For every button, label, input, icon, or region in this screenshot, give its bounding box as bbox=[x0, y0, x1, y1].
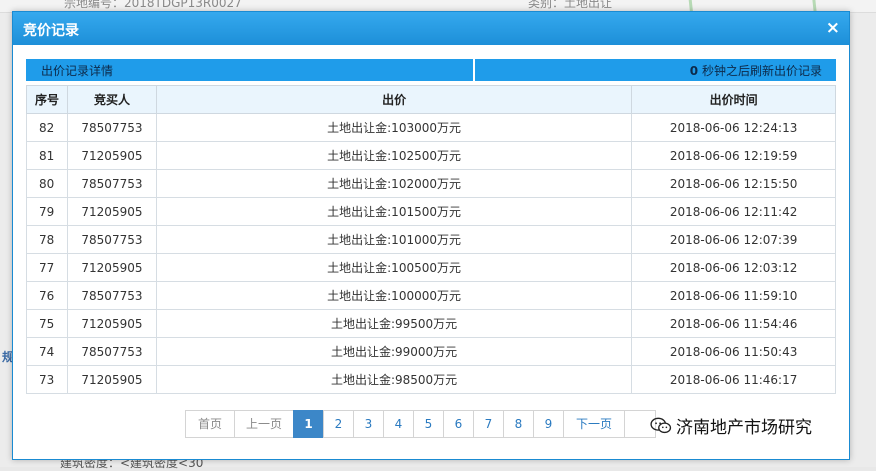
page-button-5[interactable]: 5 bbox=[413, 410, 444, 438]
cell-price: 土地出让金:99500万元 bbox=[155, 309, 633, 338]
table-row: 80 78507753 土地出让金:102000万元 2018-06-06 12:15… bbox=[26, 169, 836, 198]
countdown-text: 秒钟之后刷新出价记录 bbox=[701, 64, 822, 78]
page-button-4[interactable]: 4 bbox=[383, 410, 414, 438]
cell-seq: 73 bbox=[26, 365, 68, 394]
table-row: 73 71205905 土地出让金:98500万元 2018-06-06 11:46:… bbox=[26, 365, 836, 394]
table-row: 82 78507753 土地出让金:103000万元 2018-06-06 12:24… bbox=[26, 113, 836, 142]
cell-price: 土地出让金:101500万元 bbox=[155, 197, 633, 226]
bid-record-table: 序号 竞买人 出价 出价时间 82 78507753 土地出让金:103000万元 2… bbox=[26, 85, 836, 394]
cell-bidder: 71205905 bbox=[66, 253, 157, 282]
cell-bidder: 71205905 bbox=[66, 141, 157, 170]
bid-record-dialog: 竞价记录 × 出价记录详情 0 秒钟之后刷新出价记录 序号 竞买人 出价 出价时… bbox=[12, 11, 850, 460]
page-button-7[interactable]: 7 bbox=[473, 410, 504, 438]
dialog-header: 竞价记录 × bbox=[13, 12, 849, 45]
bid-info-bar: 出价记录详情 0 秒钟之后刷新出价记录 bbox=[26, 59, 836, 81]
cell-seq: 76 bbox=[26, 281, 68, 310]
table-row: 74 78507753 土地出让金:99000万元 2018-06-06 11:50:… bbox=[26, 337, 836, 366]
refresh-countdown: 0 秒钟之后刷新出价记录 bbox=[690, 62, 822, 79]
cell-bidder: 71205905 bbox=[66, 309, 157, 338]
cell-price: 土地出让金:98500万元 bbox=[155, 365, 633, 394]
cell-seq: 74 bbox=[26, 337, 68, 366]
cell-price: 土地出让金:102000万元 bbox=[155, 169, 633, 198]
cell-price: 土地出让金:100000万元 bbox=[155, 281, 633, 310]
cell-seq: 79 bbox=[26, 197, 68, 226]
cell-price: 土地出让金:103000万元 bbox=[155, 113, 633, 142]
info-bar-divider bbox=[473, 59, 475, 81]
header-bidder: 竞买人 bbox=[66, 85, 157, 114]
table-header-row: 序号 竞买人 出价 出价时间 bbox=[26, 85, 836, 114]
table-row: 77 71205905 土地出让金:100500万元 2018-06-06 12:03… bbox=[26, 253, 836, 282]
cell-bidder: 78507753 bbox=[66, 169, 157, 198]
cell-time: 2018-06-06 11:59:10 bbox=[631, 281, 836, 310]
dialog-title: 竞价记录 bbox=[23, 23, 79, 39]
page-button-8[interactable]: 8 bbox=[503, 410, 534, 438]
page-button-1[interactable]: 1 bbox=[293, 410, 324, 438]
cell-bidder: 78507753 bbox=[66, 113, 157, 142]
cell-seq: 80 bbox=[26, 169, 68, 198]
cell-time: 2018-06-06 12:15:50 bbox=[631, 169, 836, 198]
cell-bidder: 71205905 bbox=[66, 365, 157, 394]
cell-seq: 75 bbox=[26, 309, 68, 338]
table-row: 79 71205905 土地出让金:101500万元 2018-06-06 12:11… bbox=[26, 197, 836, 226]
page-button-3[interactable]: 3 bbox=[353, 410, 384, 438]
cell-time: 2018-06-06 12:07:39 bbox=[631, 225, 836, 254]
first-page-button[interactable]: 首页 bbox=[185, 410, 235, 438]
cell-seq: 82 bbox=[26, 113, 68, 142]
prev-page-button[interactable]: 上一页 bbox=[234, 410, 294, 438]
table-row: 78 78507753 土地出让金:101000万元 2018-06-06 12:07… bbox=[26, 225, 836, 254]
header-price: 出价 bbox=[155, 85, 633, 114]
cell-time: 2018-06-06 12:03:12 bbox=[631, 253, 836, 282]
watermark-text: 济南地产市场研究 bbox=[676, 418, 812, 438]
watermark: 济南地产市场研究 bbox=[650, 413, 812, 438]
close-icon[interactable]: × bbox=[826, 18, 840, 38]
table-row: 75 71205905 土地出让金:99500万元 2018-06-06 11:54:… bbox=[26, 309, 836, 338]
cell-seq: 78 bbox=[26, 225, 68, 254]
cell-price: 土地出让金:101000万元 bbox=[155, 225, 633, 254]
cell-time: 2018-06-06 12:19:59 bbox=[631, 141, 836, 170]
bid-detail-label: 出价记录详情 bbox=[41, 64, 114, 78]
header-seq: 序号 bbox=[26, 85, 68, 114]
background-field-category: 类别：土地出让 bbox=[528, 0, 613, 10]
background-field-parcel-number: 宗地编号：2018TDGP13R0027 bbox=[64, 0, 242, 10]
cell-bidder: 71205905 bbox=[66, 197, 157, 226]
cell-time: 2018-06-06 11:54:46 bbox=[631, 309, 836, 338]
cell-price: 土地出让金:100500万元 bbox=[155, 253, 633, 282]
table-row: 81 71205905 土地出让金:102500万元 2018-06-06 12:19… bbox=[26, 141, 836, 170]
cell-seq: 77 bbox=[26, 253, 68, 282]
cell-price: 土地出让金:99000万元 bbox=[155, 337, 633, 366]
cell-time: 2018-06-06 12:24:13 bbox=[631, 113, 836, 142]
cell-bidder: 78507753 bbox=[66, 225, 157, 254]
header-time: 出价时间 bbox=[631, 85, 836, 114]
countdown-seconds: 0 bbox=[689, 64, 699, 78]
page-button-2[interactable]: 2 bbox=[323, 410, 354, 438]
cell-price: 土地出让金:102500万元 bbox=[155, 141, 633, 170]
table-row: 76 78507753 土地出让金:100000万元 2018-06-06 11:59… bbox=[26, 281, 836, 310]
cell-time: 2018-06-06 12:11:42 bbox=[631, 197, 836, 226]
cell-time: 2018-06-06 11:50:43 bbox=[631, 337, 836, 366]
cell-seq: 81 bbox=[26, 141, 68, 170]
cell-bidder: 78507753 bbox=[66, 337, 157, 366]
cell-time: 2018-06-06 11:46:17 bbox=[631, 365, 836, 394]
page-button-6[interactable]: 6 bbox=[443, 410, 474, 438]
cell-bidder: 78507753 bbox=[66, 281, 157, 310]
wechat-icon bbox=[650, 417, 672, 433]
page-button-9[interactable]: 9 bbox=[533, 410, 564, 438]
pagination: 首页 上一页 1 2 3 4 5 6 7 8 9 下一页 bbox=[185, 410, 656, 438]
next-page-button[interactable]: 下一页 bbox=[563, 410, 625, 438]
